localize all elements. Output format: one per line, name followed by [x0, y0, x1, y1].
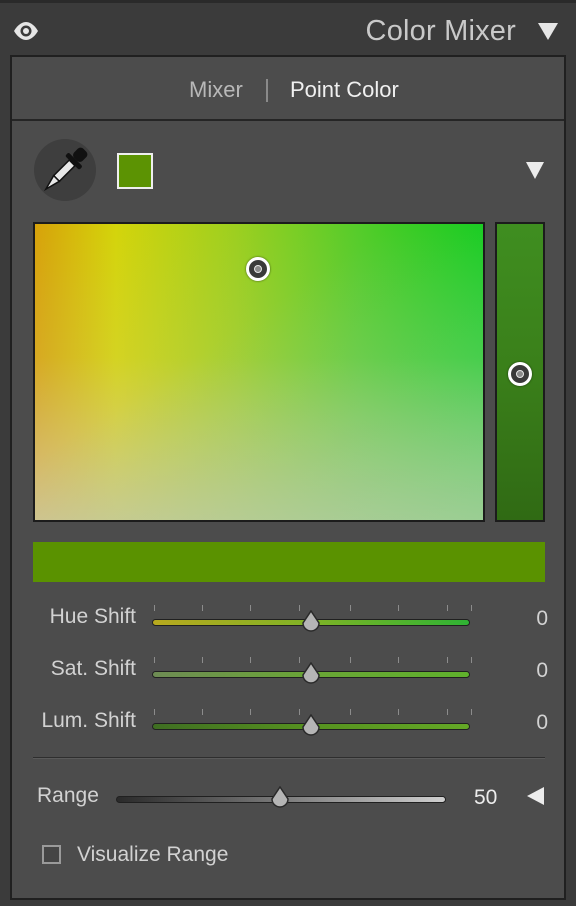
lum-shift-label: Lum. Shift — [41, 709, 136, 732]
tab-point-color[interactable]: Point Color — [290, 77, 399, 103]
sat-shift-thumb[interactable] — [301, 662, 321, 686]
color-mixer-panel: Mixer Point Color Hue Shift 0 Sat. Shift… — [10, 55, 566, 900]
range-value[interactable]: 50 — [474, 786, 497, 810]
visualize-range-checkbox[interactable] — [42, 845, 61, 864]
hue-shift-value[interactable]: 0 — [536, 607, 548, 631]
visualize-range-label[interactable]: Visualize Range — [77, 843, 228, 867]
panel-header[interactable]: Color Mixer — [0, 3, 576, 57]
luminance-strip[interactable] — [495, 222, 545, 522]
lum-shift-value[interactable]: 0 — [536, 711, 548, 735]
hue-saturation-field[interactable] — [33, 222, 485, 522]
sat-shift-label: Sat. Shift — [50, 657, 136, 680]
selected-color-bar — [33, 542, 545, 582]
luminance-handle[interactable] — [508, 362, 532, 386]
section-divider — [33, 757, 545, 759]
lum-shift-row: Lum. Shift 0 — [12, 709, 564, 739]
sampled-color-swatch[interactable] — [117, 153, 153, 189]
tab-bar: Mixer Point Color — [12, 57, 564, 121]
sat-shift-value[interactable]: 0 — [536, 659, 548, 683]
hue-saturation-handle[interactable] — [246, 257, 270, 281]
sat-shift-row: Sat. Shift 0 — [12, 657, 564, 687]
eyedropper-button[interactable] — [34, 139, 96, 201]
range-label: Range — [37, 784, 99, 807]
triangle-left-icon[interactable] — [527, 787, 544, 805]
hue-shift-thumb[interactable] — [301, 610, 321, 634]
tab-separator — [266, 79, 268, 102]
range-thumb[interactable] — [270, 786, 290, 810]
triangle-down-icon[interactable] — [526, 162, 544, 179]
hue-shift-label: Hue Shift — [49, 605, 136, 628]
eye-icon[interactable] — [13, 21, 39, 41]
eyedropper-icon — [43, 147, 88, 192]
tab-mixer[interactable]: Mixer — [189, 77, 243, 103]
hue-shift-row: Hue Shift 0 — [12, 605, 564, 635]
lum-shift-thumb[interactable] — [301, 714, 321, 738]
panel-title: Color Mixer — [365, 15, 516, 47]
triangle-down-icon[interactable] — [538, 23, 558, 40]
